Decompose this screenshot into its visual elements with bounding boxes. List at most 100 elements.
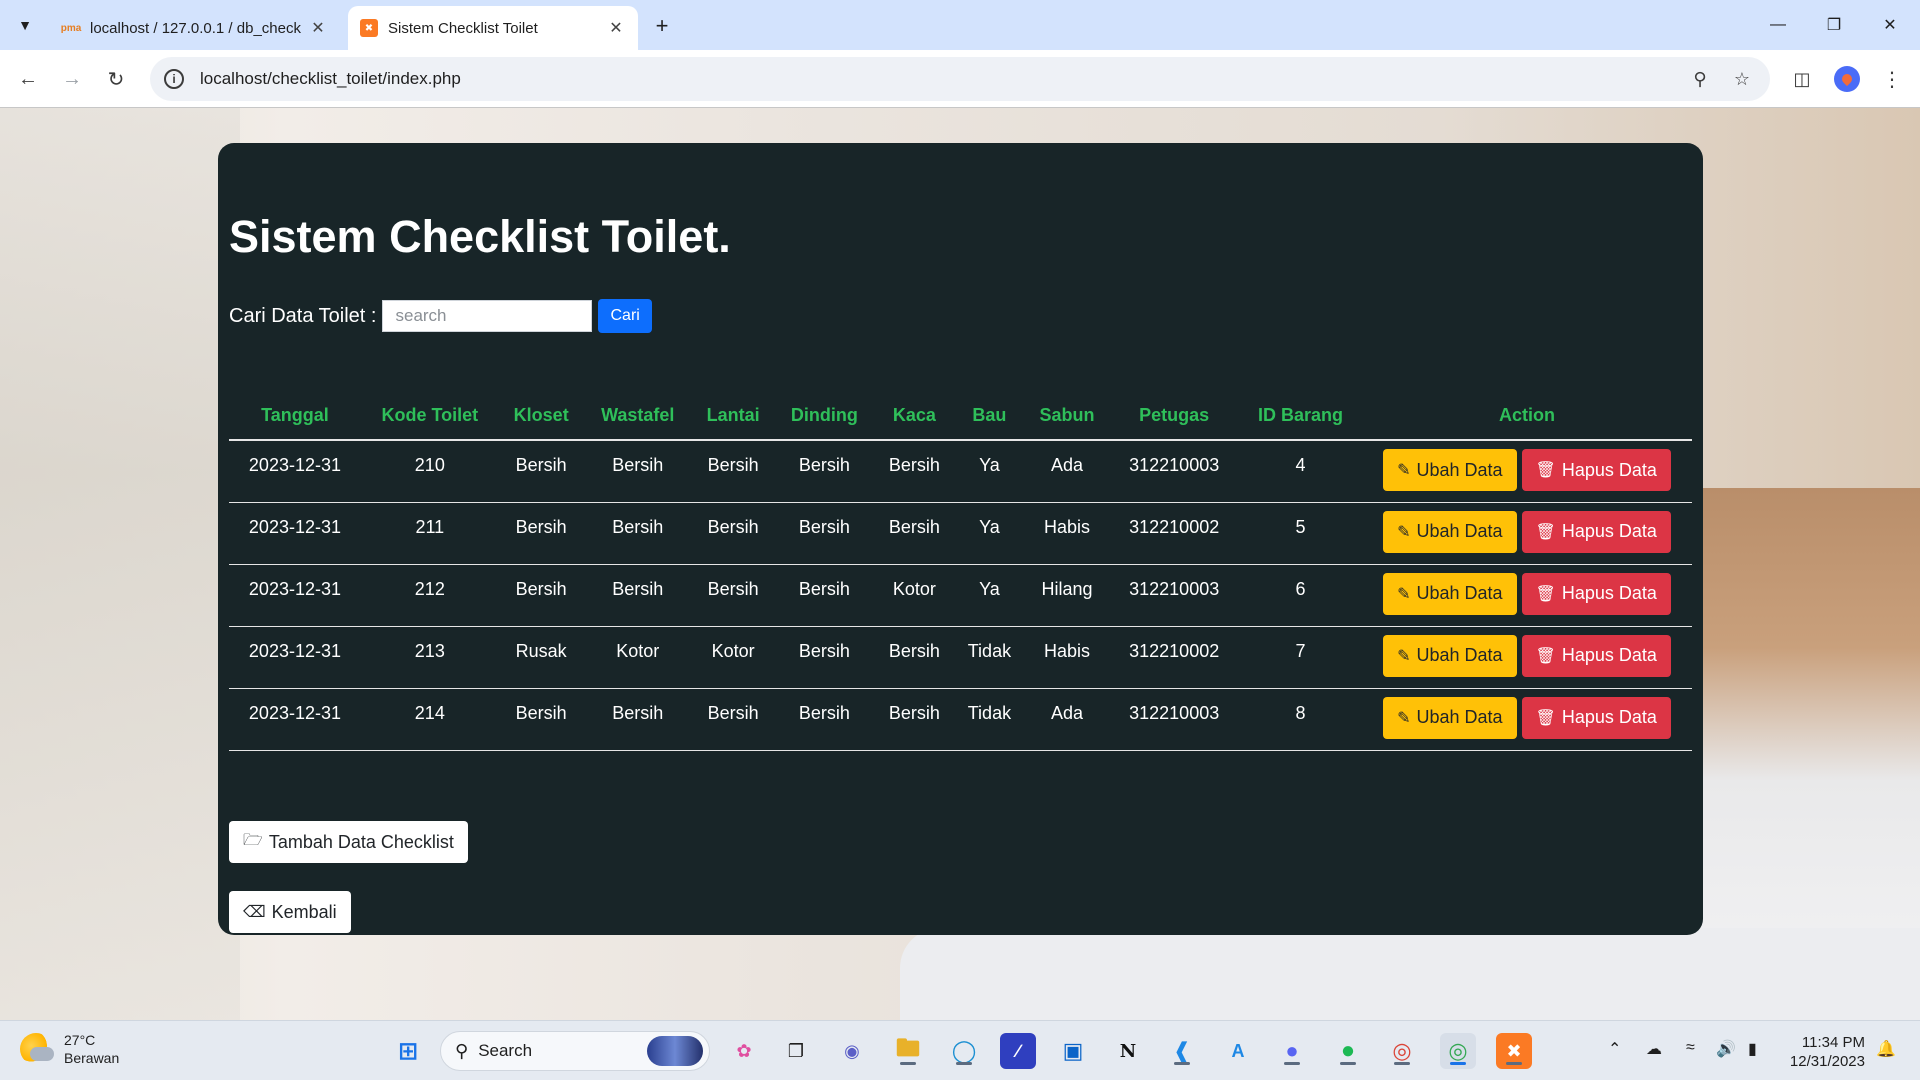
cell-lantai: Bersih bbox=[691, 564, 775, 627]
battery-icon[interactable]: ▮ bbox=[1748, 1039, 1757, 1059]
translate-icon[interactable]: A bbox=[1220, 1033, 1256, 1069]
cell-dinding: Bersih bbox=[774, 440, 875, 503]
trash-icon: 🗑 bbox=[1535, 647, 1556, 665]
edit-label: Ubah Data bbox=[1416, 645, 1503, 665]
edit-button[interactable]: ✎ Ubah Data bbox=[1383, 634, 1517, 677]
edit-icon: ✎ bbox=[1397, 709, 1411, 727]
search-highlight-icon bbox=[647, 1036, 703, 1066]
taskbar: 27°C Berawan ⊞ ⚲ Search ✿ ❐ ◉ 🖿 ◯ ∕ ▣ N … bbox=[0, 1020, 1920, 1080]
cell-kode: 214 bbox=[360, 688, 499, 751]
delete-button[interactable]: 🗑 Hapus Data bbox=[1521, 572, 1671, 615]
forward-button[interactable]: → bbox=[56, 63, 88, 95]
windows-start-icon[interactable]: ⊞ bbox=[390, 1033, 426, 1069]
onedrive-icon[interactable]: ☁ bbox=[1646, 1039, 1662, 1059]
xampp-taskbar-icon[interactable]: ✖ bbox=[1496, 1033, 1532, 1069]
cell-petugas: 312210002 bbox=[1109, 502, 1239, 565]
address-bar[interactable]: i localhost/checklist_toilet/index.php ⚲… bbox=[150, 57, 1770, 101]
side-panel-icon[interactable]: ◫ bbox=[1786, 63, 1818, 95]
back-page-label: Kembali bbox=[271, 901, 337, 922]
spotify-icon[interactable]: ● bbox=[1330, 1033, 1366, 1069]
cell-dinding: Bersih bbox=[774, 688, 875, 751]
cell-action: ✎ Ubah Data 🗑 Hapus Data bbox=[1362, 502, 1692, 565]
edit-button[interactable]: ✎ Ubah Data bbox=[1383, 510, 1517, 553]
tab-checklist[interactable]: ✖ Sistem Checklist Toilet ✕ bbox=[348, 6, 638, 50]
whiteboard-icon[interactable]: ∕ bbox=[1000, 1033, 1036, 1069]
back-button[interactable]: ← bbox=[12, 63, 44, 95]
notion-icon[interactable]: N bbox=[1110, 1033, 1146, 1069]
close-icon[interactable]: ✕ bbox=[308, 18, 328, 38]
table-row: 2023-12-31 213 Rusak Kotor Kotor Bersih … bbox=[229, 626, 1692, 689]
taskbar-search[interactable]: ⚲ Search bbox=[440, 1031, 710, 1071]
cell-kode: 213 bbox=[360, 626, 499, 689]
col-dinding: Dinding bbox=[774, 391, 875, 441]
window-close-button[interactable]: ✕ bbox=[1862, 0, 1918, 50]
delete-button[interactable]: 🗑 Hapus Data bbox=[1521, 634, 1671, 677]
cell-wastafel: Bersih bbox=[583, 502, 692, 565]
tab-phpmyadmin[interactable]: pma localhost / 127.0.0.1 / db_check ✕ bbox=[50, 6, 340, 50]
col-wastafel: Wastafel bbox=[583, 391, 692, 441]
system-clock[interactable]: 11:34 PM 12/31/2023 bbox=[1785, 1033, 1865, 1071]
cell-kloset: Bersih bbox=[498, 564, 584, 627]
reload-button[interactable]: ↻ bbox=[100, 63, 132, 95]
folder-open-icon: 🗁 bbox=[243, 831, 263, 849]
search-button[interactable]: Cari bbox=[598, 299, 652, 333]
main-card: Sistem Checklist Toilet. Cari Data Toile… bbox=[218, 143, 1703, 935]
edge-icon[interactable]: ◯ bbox=[946, 1033, 982, 1069]
chrome-active-icon[interactable]: ◎ bbox=[1440, 1033, 1476, 1069]
cell-dinding: Bersih bbox=[774, 564, 875, 627]
restore-button[interactable]: ❐ bbox=[1806, 0, 1862, 50]
clock-time: 11:34 PM bbox=[1801, 1034, 1865, 1051]
new-tab-button[interactable]: + bbox=[648, 12, 676, 40]
chevron-up-icon[interactable]: ⌃ bbox=[1608, 1039, 1621, 1059]
volume-icon[interactable]: 🔊 bbox=[1716, 1039, 1736, 1059]
discord-icon[interactable]: ● bbox=[1274, 1033, 1310, 1069]
col-tanggal: Tanggal bbox=[229, 391, 361, 441]
site-info-icon[interactable]: i bbox=[164, 69, 184, 89]
delete-button[interactable]: 🗑 Hapus Data bbox=[1521, 510, 1671, 553]
delete-button[interactable]: 🗑 Hapus Data bbox=[1521, 449, 1671, 491]
phpmyadmin-icon: pma bbox=[60, 22, 82, 34]
minimize-button[interactable]: — bbox=[1750, 0, 1806, 50]
store-icon[interactable]: ▣ bbox=[1055, 1033, 1091, 1069]
cell-id-barang: 6 bbox=[1238, 564, 1362, 627]
col-kloset: Kloset bbox=[498, 391, 584, 441]
cell-kode: 210 bbox=[360, 440, 499, 503]
search-input[interactable] bbox=[382, 300, 593, 332]
profile-avatar[interactable] bbox=[1834, 66, 1860, 92]
vscode-icon[interactable]: ❰ bbox=[1164, 1033, 1200, 1069]
notification-bell-icon[interactable]: 🔔 bbox=[1876, 1039, 1896, 1059]
wifi-icon[interactable]: ≈ bbox=[1686, 1039, 1695, 1057]
copilot-icon[interactable]: ✿ bbox=[726, 1033, 762, 1069]
delete-label: Hapus Data bbox=[1561, 707, 1657, 727]
file-explorer-icon[interactable]: 🖿 bbox=[890, 1033, 926, 1069]
trash-icon: 🗑 bbox=[1535, 709, 1556, 727]
back-page-button[interactable]: ⌫ Kembali bbox=[229, 891, 351, 933]
task-view-icon[interactable]: ❐ bbox=[778, 1033, 814, 1069]
teams-icon[interactable]: ◉ bbox=[834, 1033, 870, 1069]
cell-bau: Tidak bbox=[954, 688, 1025, 751]
browser-toolbar: ← → ↻ i localhost/checklist_toilet/index… bbox=[0, 50, 1920, 108]
tab-title: Sistem Checklist Toilet bbox=[388, 19, 538, 37]
cell-kloset: Bersih bbox=[498, 440, 584, 503]
delete-label: Hapus Data bbox=[1561, 645, 1657, 665]
zoom-icon[interactable]: ⚲ bbox=[1688, 67, 1712, 91]
col-lantai: Lantai bbox=[691, 391, 775, 441]
cell-wastafel: Bersih bbox=[583, 440, 692, 503]
menu-icon[interactable]: ⋮ bbox=[1876, 63, 1908, 95]
edit-button[interactable]: ✎ Ubah Data bbox=[1383, 572, 1517, 615]
bookmark-star-icon[interactable]: ☆ bbox=[1730, 67, 1754, 91]
chrome-icon[interactable]: ◎ bbox=[1384, 1033, 1420, 1069]
close-icon[interactable]: ✕ bbox=[606, 18, 626, 38]
cell-id-barang: 4 bbox=[1238, 440, 1362, 503]
background-sheet bbox=[900, 928, 1920, 1020]
weather-text: 27°C Berawan bbox=[64, 1031, 119, 1067]
tab-search-button[interactable]: ▼ bbox=[10, 10, 40, 40]
edit-button[interactable]: ✎ Ubah Data bbox=[1383, 449, 1517, 491]
edit-button[interactable]: ✎ Ubah Data bbox=[1383, 696, 1517, 739]
cell-kode: 212 bbox=[360, 564, 499, 627]
delete-button[interactable]: 🗑 Hapus Data bbox=[1521, 696, 1671, 739]
add-checklist-button[interactable]: 🗁 Tambah Data Checklist bbox=[229, 821, 468, 863]
weather-widget[interactable]: 27°C Berawan bbox=[20, 1031, 119, 1067]
delete-label: Hapus Data bbox=[1561, 459, 1657, 480]
edit-icon: ✎ bbox=[1397, 647, 1411, 665]
